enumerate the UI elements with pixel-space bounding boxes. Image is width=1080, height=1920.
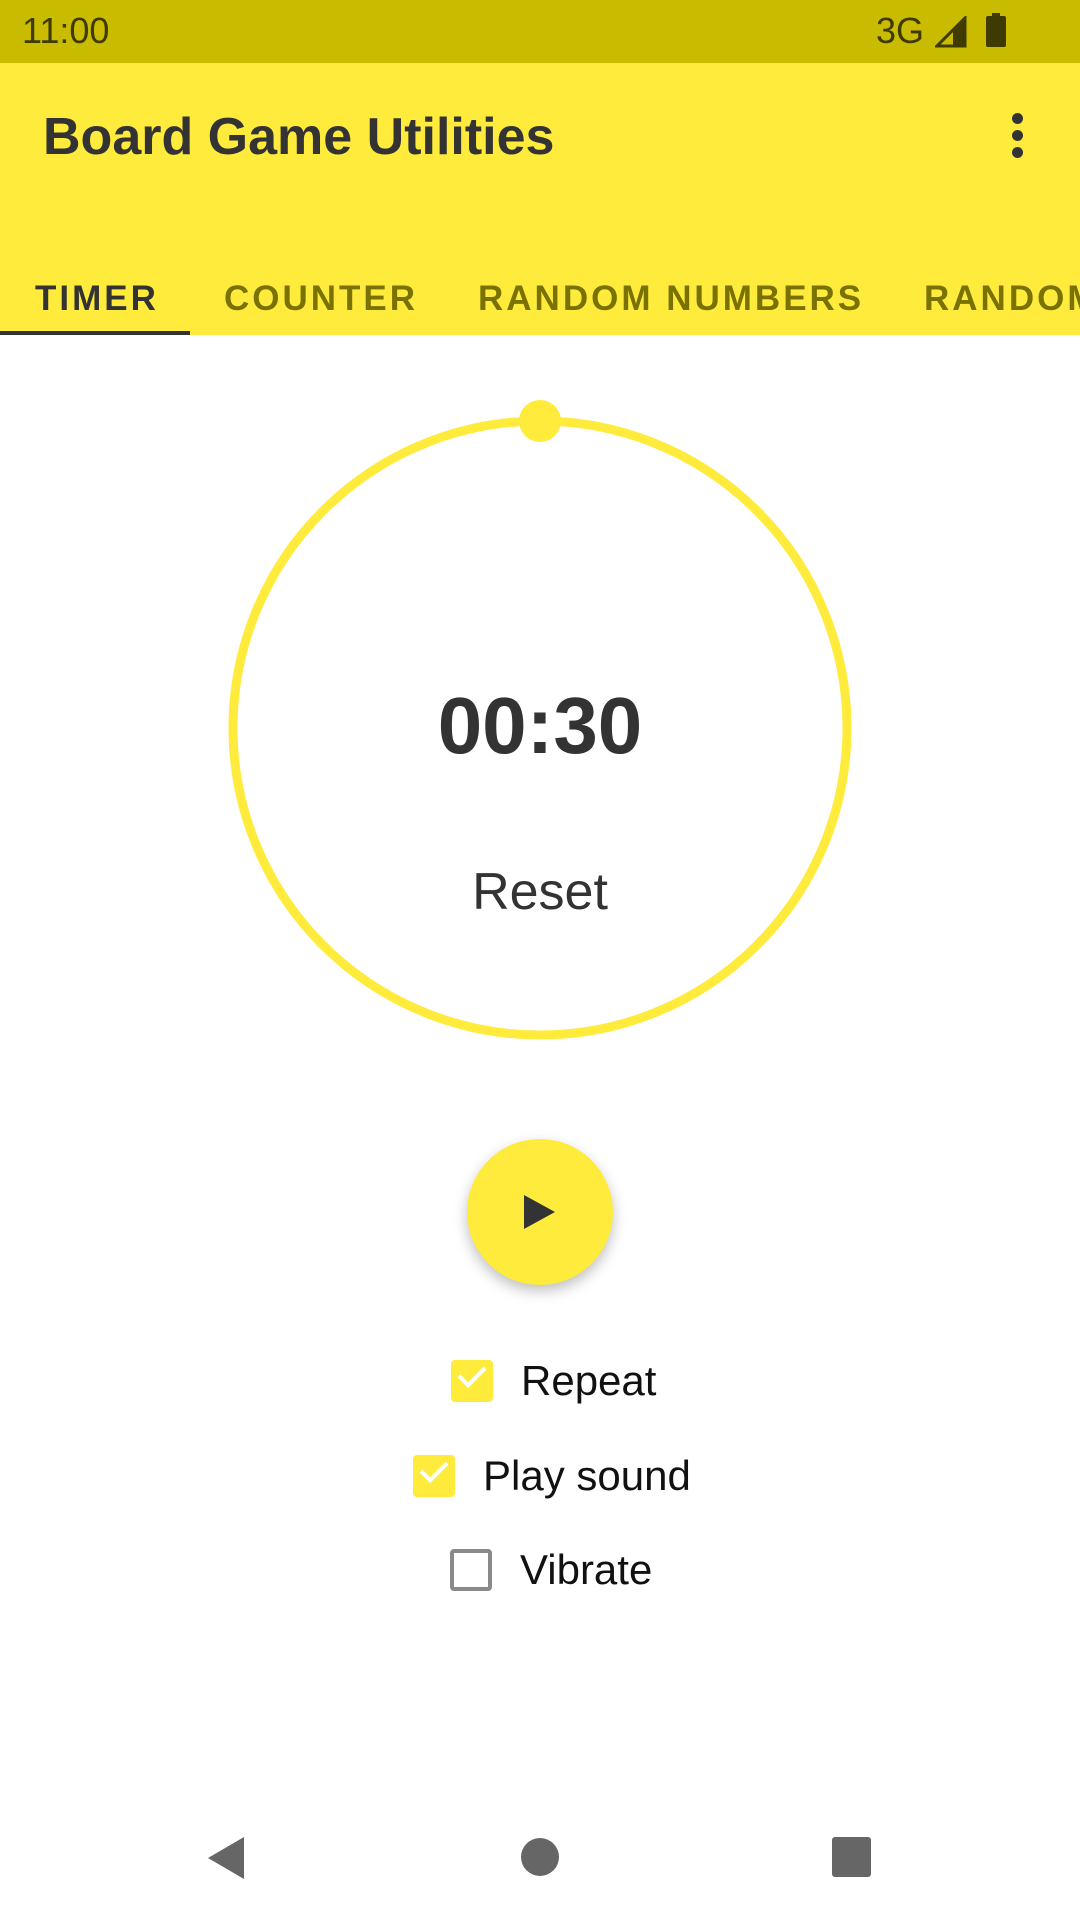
play-button[interactable] bbox=[467, 1139, 613, 1285]
reset-button[interactable]: Reset bbox=[0, 862, 1080, 922]
vibrate-label: Vibrate bbox=[520, 1546, 653, 1593]
status-bar: 11:00 3G bbox=[0, 0, 1080, 63]
tab-bar: TIMER COUNTER RANDOM NUMBERS RANDOM bbox=[0, 263, 1080, 335]
app-bar: Board Game Utilities TIMER COUNTER RANDO… bbox=[0, 63, 1080, 335]
app-title: Board Game Utilities bbox=[43, 108, 555, 166]
more-vert-icon[interactable] bbox=[1000, 113, 1034, 173]
vibrate-checkbox[interactable]: Vibrate bbox=[450, 1540, 652, 1600]
battery-icon bbox=[986, 13, 1006, 47]
checkbox-checked-icon bbox=[413, 1455, 455, 1497]
play-sound-label: Play sound bbox=[483, 1452, 691, 1499]
timer-dial-handle bbox=[519, 400, 561, 442]
navigation-bar bbox=[0, 1800, 1080, 1920]
checkbox-unchecked-icon bbox=[450, 1549, 492, 1591]
status-time: 11:00 bbox=[22, 10, 110, 51]
tab-random[interactable]: RANDOM bbox=[924, 263, 1080, 335]
signal-icon bbox=[935, 16, 967, 48]
home-icon[interactable] bbox=[521, 1838, 559, 1876]
recents-icon[interactable] bbox=[832, 1837, 871, 1877]
repeat-label: Repeat bbox=[521, 1357, 657, 1404]
tab-counter[interactable]: COUNTER bbox=[224, 263, 418, 335]
checkbox-checked-icon bbox=[451, 1360, 493, 1402]
tab-timer[interactable]: TIMER bbox=[35, 263, 159, 335]
play-sound-checkbox[interactable]: Play sound bbox=[413, 1446, 691, 1506]
timer-display: 00:30 bbox=[437, 681, 643, 770]
network-type: 3G bbox=[876, 10, 925, 51]
play-icon bbox=[524, 1195, 555, 1229]
repeat-checkbox[interactable]: Repeat bbox=[451, 1351, 656, 1411]
tab-random-numbers[interactable]: RANDOM NUMBERS bbox=[478, 263, 864, 335]
back-icon[interactable] bbox=[208, 1837, 244, 1879]
